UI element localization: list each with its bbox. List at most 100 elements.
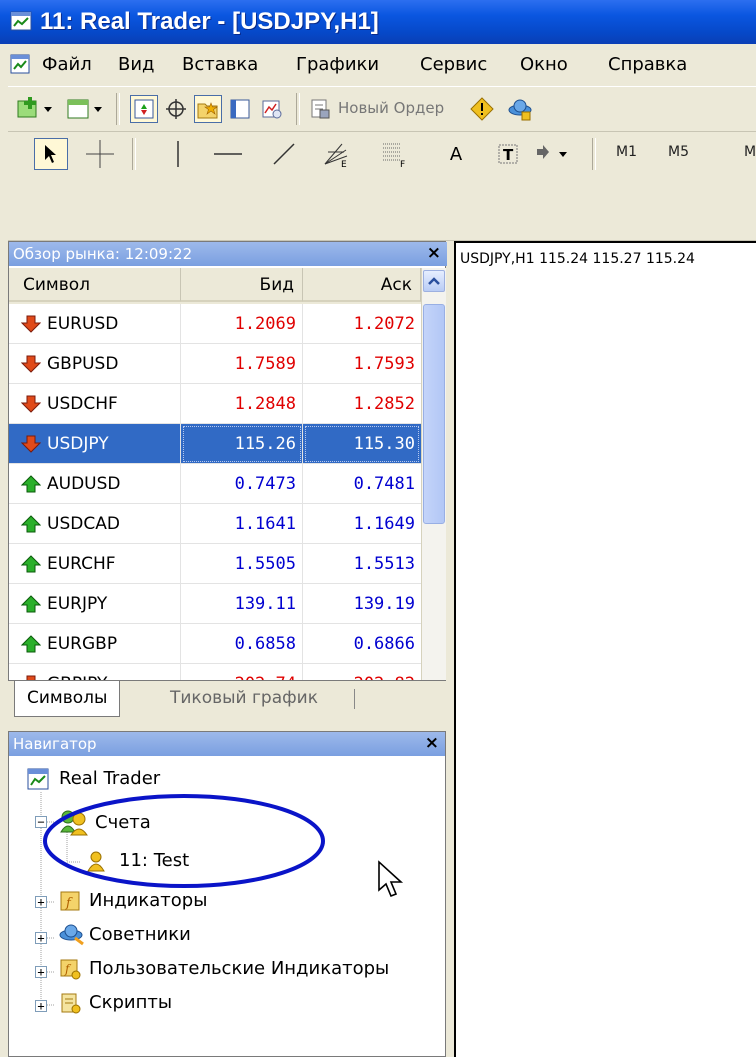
symbol-cell: EURCHF (9, 544, 181, 584)
tree-experts[interactable]: Советники (89, 924, 191, 945)
symbol-cell: EURJPY (9, 584, 181, 624)
new-order-icon-wrap[interactable] (306, 95, 334, 123)
tree-custom-indicators[interactable]: Пользовательские Индикаторы (89, 958, 389, 979)
market-watch-panel: Обзор рынка: 12:09:22 × Символ Бид Аск E… (8, 241, 447, 719)
expand-experts-toggle[interactable]: + (35, 932, 47, 944)
text-a-icon: A (449, 143, 463, 165)
scroll-up-button[interactable] (423, 270, 445, 292)
table-row[interactable]: EURUSD 1.2069 1.2072 (9, 304, 421, 344)
vertical-line-icon (177, 141, 179, 167)
arrows-dropdown-icon (537, 145, 567, 159)
table-row[interactable]: GBPUSD 1.7589 1.7593 (9, 344, 421, 384)
autotrading-button[interactable] (468, 95, 496, 123)
document-icon[interactable] (10, 54, 30, 74)
vertical-line-tool[interactable] (164, 140, 192, 168)
tester-icon (262, 100, 282, 119)
column-bid[interactable]: Бид (181, 268, 303, 302)
table-row[interactable]: USDCHF 1.2848 1.2852 (9, 384, 421, 424)
new-chart-icon (17, 97, 52, 118)
bid-cell: 115.26 (181, 424, 303, 464)
table-row[interactable]: EURGBP 0.6858 0.6866 (9, 624, 421, 664)
strategy-tester-button[interactable] (258, 95, 286, 123)
new-chart-button[interactable] (14, 95, 58, 123)
tab-tick-chart[interactable]: Тиковый график (158, 681, 330, 717)
close-icon[interactable]: × (427, 243, 441, 263)
table-row[interactable]: AUDUSD 0.7473 0.7481 (9, 464, 421, 504)
symbol-cell: USDJPY (9, 424, 181, 464)
navigator-header[interactable]: Навигатор × (9, 732, 445, 756)
tree-scripts[interactable]: Скрипты (89, 992, 172, 1013)
cursor-tool[interactable] (34, 138, 68, 170)
experts-button[interactable] (506, 95, 534, 123)
bid-cell: 0.6858 (181, 624, 303, 664)
symbol-cell: EURUSD (9, 304, 181, 344)
arrow-cursor-icon (45, 145, 56, 163)
folder-star-icon (197, 102, 218, 119)
fibo-levels-icon: F (383, 143, 405, 168)
text-label-tool[interactable]: T (494, 140, 522, 168)
arrows-tool[interactable] (530, 140, 572, 168)
fibo-levels-tool[interactable]: F (380, 140, 408, 168)
menu-file[interactable]: Файл (42, 54, 92, 75)
window-frame (0, 86, 8, 1057)
symbol-cell: USDCAD (9, 504, 181, 544)
chart-symbol-label: USDJPY,H1 115.24 115.27 115.24 (460, 251, 695, 267)
menu-charts[interactable]: Графики (296, 54, 379, 75)
expand-scripts-toggle[interactable]: + (35, 1000, 47, 1012)
table-row[interactable]: EURJPY 139.11 139.19 (9, 584, 421, 624)
horizontal-line-icon (214, 153, 242, 155)
bid-cell: 139.11 (181, 584, 303, 624)
new-order-button[interactable]: Новый Ордер (338, 99, 444, 117)
title-bar[interactable]: 11: Real Trader - [USDJPY,H1] (0, 0, 756, 44)
experts-icon (59, 924, 84, 946)
custom-indicators-icon: f (60, 959, 81, 980)
fibonacci-tool[interactable]: E (322, 140, 350, 168)
trendline-tool[interactable] (270, 140, 298, 168)
horizontal-line-tool[interactable] (214, 140, 242, 168)
column-ask[interactable]: Аск (303, 268, 421, 302)
table-row[interactable]: USDCAD 1.1641 1.1649 (9, 504, 421, 544)
tree-indicators[interactable]: Индикаторы (89, 890, 207, 911)
bid-cell: 1.1641 (181, 504, 303, 544)
symbol-cell: GBPUSD (9, 344, 181, 384)
window-title: 11: Real Trader - [USDJPY,H1] (40, 8, 379, 35)
table-row[interactable]: EURCHF 1.5505 1.5513 (9, 544, 421, 584)
menu-view[interactable]: Вид (118, 54, 155, 75)
timeframe-m1[interactable]: M1 (616, 144, 637, 160)
column-symbol[interactable]: Символ (9, 268, 181, 302)
close-icon[interactable]: × (425, 733, 439, 753)
profiles-button[interactable] (64, 95, 108, 123)
data-window-button[interactable] (162, 95, 190, 123)
menu-help[interactable]: Справка (608, 54, 687, 75)
standard-toolbar: Новый Ордер (0, 87, 756, 132)
navigator-toggle[interactable] (194, 95, 222, 123)
market-watch-toggle[interactable] (130, 95, 158, 123)
scroll-thumb[interactable] (423, 304, 445, 524)
highlight-ellipse-annotation (43, 794, 325, 888)
menu-insert[interactable]: Вставка (182, 54, 258, 75)
menu-window[interactable]: Окно (520, 54, 568, 75)
ask-cell: 1.7593 (353, 354, 415, 374)
timeframe-next[interactable]: M (744, 144, 756, 160)
text-tool[interactable]: A (442, 140, 470, 168)
tree-root[interactable]: Real Trader (59, 768, 160, 789)
expand-custom-indicators-toggle[interactable]: + (35, 966, 47, 978)
table-row[interactable]: USDJPY 115.26 115.30 (9, 424, 421, 464)
bid-cell: 1.7589 (181, 344, 303, 384)
bid-cell: 0.7473 (181, 464, 303, 504)
expand-indicators-toggle[interactable]: + (35, 896, 47, 908)
crosshair-tool[interactable] (86, 140, 114, 168)
tab-symbols[interactable]: Символы (14, 681, 121, 717)
market-watch-tabs: Символы Тиковый график (8, 680, 446, 721)
chart-window[interactable]: USDJPY,H1 115.24 115.27 115.24 (454, 241, 756, 1057)
market-watch-scrollbar[interactable] (421, 268, 446, 718)
timeframe-m5[interactable]: M5 (668, 144, 689, 160)
svg-text:E: E (341, 160, 347, 168)
market-watch-header[interactable]: Обзор рынка: 12:09:22 × (9, 242, 447, 266)
symbol-cell: EURGBP (9, 624, 181, 664)
svg-text:F: F (400, 160, 405, 168)
menu-tools[interactable]: Сервис (420, 54, 487, 75)
chevron-up-icon (428, 277, 440, 285)
fibo-fan-icon: E (324, 143, 348, 168)
terminal-button[interactable] (226, 95, 254, 123)
